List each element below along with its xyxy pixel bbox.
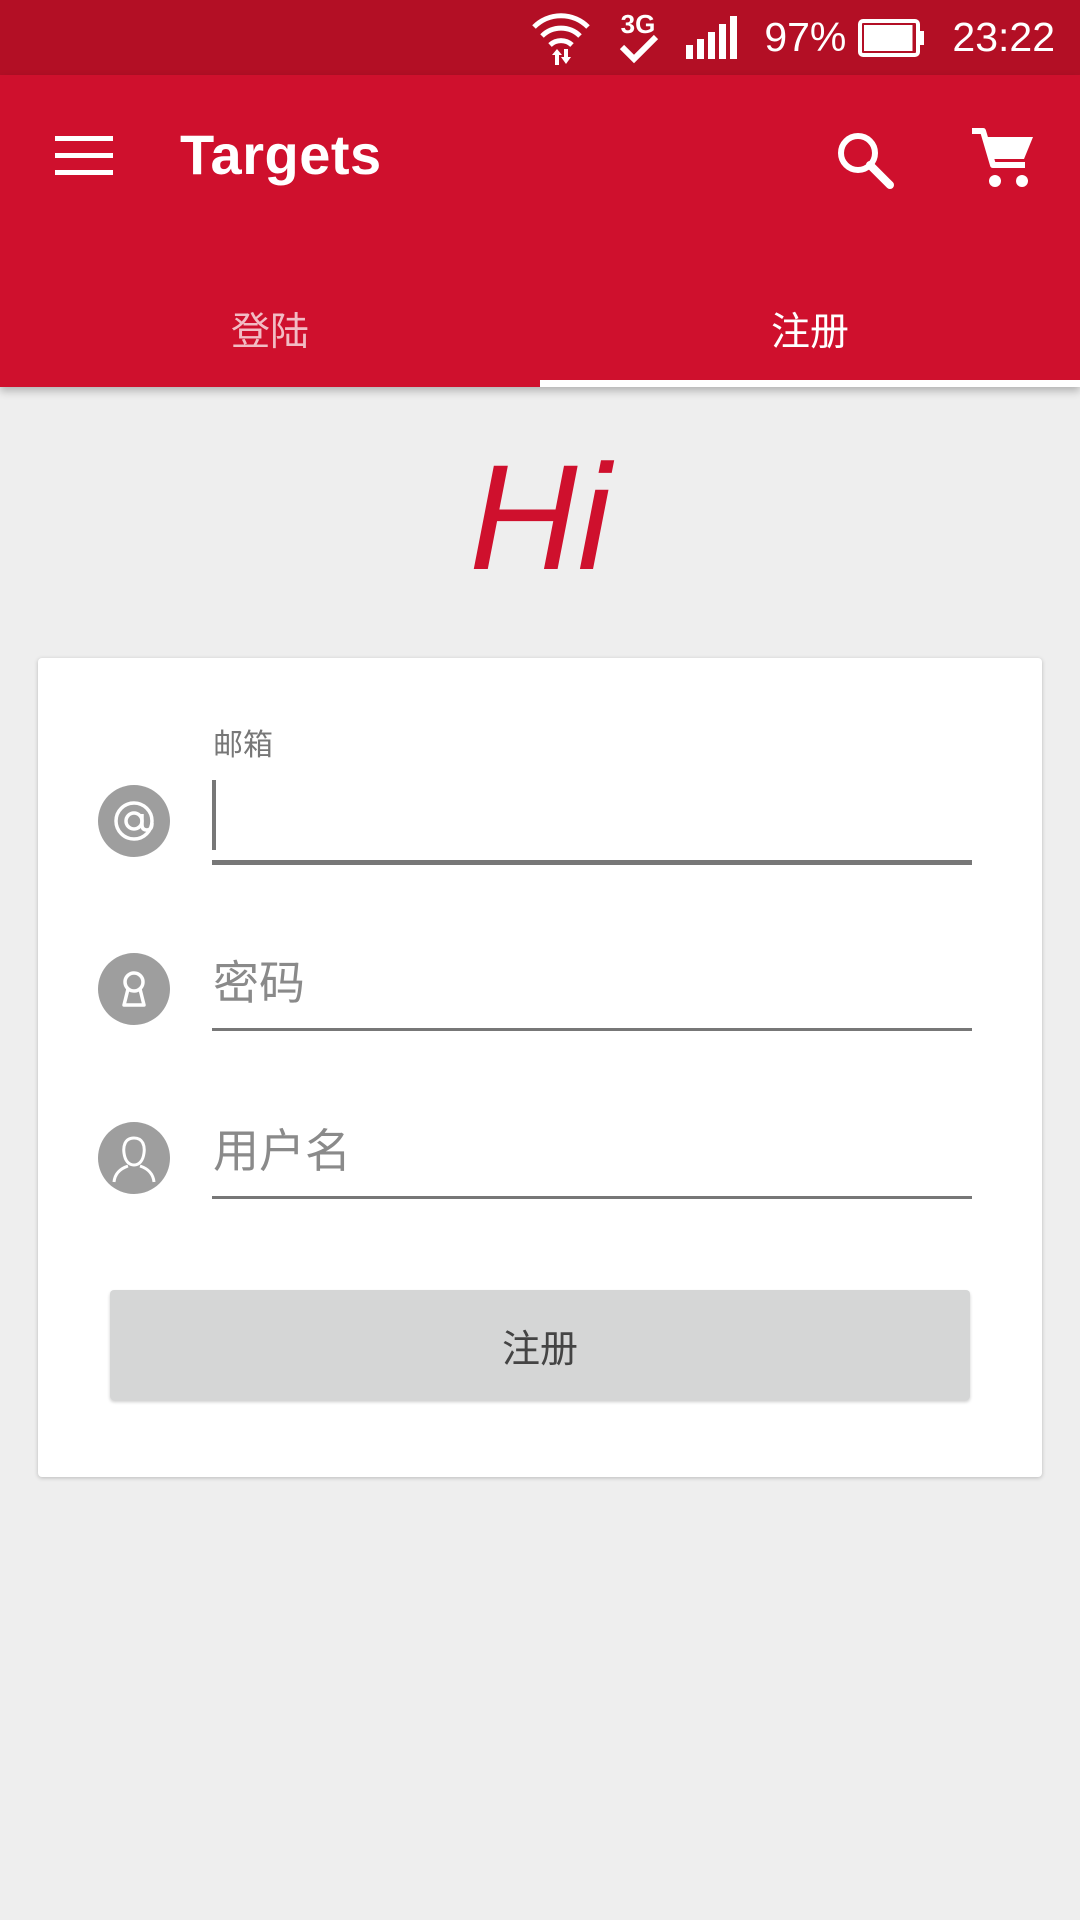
email-label: 邮箱: [213, 728, 273, 763]
register-button[interactable]: 注册: [110, 1290, 970, 1400]
greeting-text: Hi: [469, 433, 611, 601]
tab-register[interactable]: 注册: [540, 285, 1080, 387]
username-input[interactable]: [213, 1116, 972, 1186]
battery-percent: 97%: [764, 14, 847, 60]
battery-level-fill: [864, 24, 913, 51]
keyhole-icon: [98, 953, 170, 1025]
at-icon: [98, 785, 170, 857]
clock: 23:22: [952, 14, 1055, 60]
battery-icon: [858, 18, 926, 57]
signal-icon: [684, 15, 742, 61]
password-field-group: [38, 858, 1042, 1031]
mobile-data-icon: 3G: [614, 7, 662, 69]
network-type-label: 3G: [621, 9, 656, 39]
username-field-group: [38, 1028, 1042, 1199]
cart-icon[interactable]: [970, 125, 1036, 191]
user-icon: [98, 1122, 170, 1194]
wifi-icon: [530, 7, 592, 69]
email-input[interactable]: [213, 782, 972, 846]
email-field-group: 邮箱: [38, 658, 1042, 865]
menu-icon[interactable]: [55, 136, 113, 176]
status-bar: 3G 97% 23:22: [0, 0, 1080, 75]
password-input[interactable]: [213, 948, 972, 1018]
toolbar: Targets: [0, 75, 1080, 245]
toolbar-title: Targets: [180, 123, 382, 186]
username-underline: [212, 1196, 972, 1199]
app-bar: Targets 登陆 注册: [0, 75, 1080, 387]
tab-bar: 登陆 注册: [0, 285, 1080, 387]
tab-login[interactable]: 登陆: [0, 285, 540, 387]
search-icon[interactable]: [835, 130, 895, 190]
register-form-card: 邮箱 注册: [38, 658, 1042, 1477]
